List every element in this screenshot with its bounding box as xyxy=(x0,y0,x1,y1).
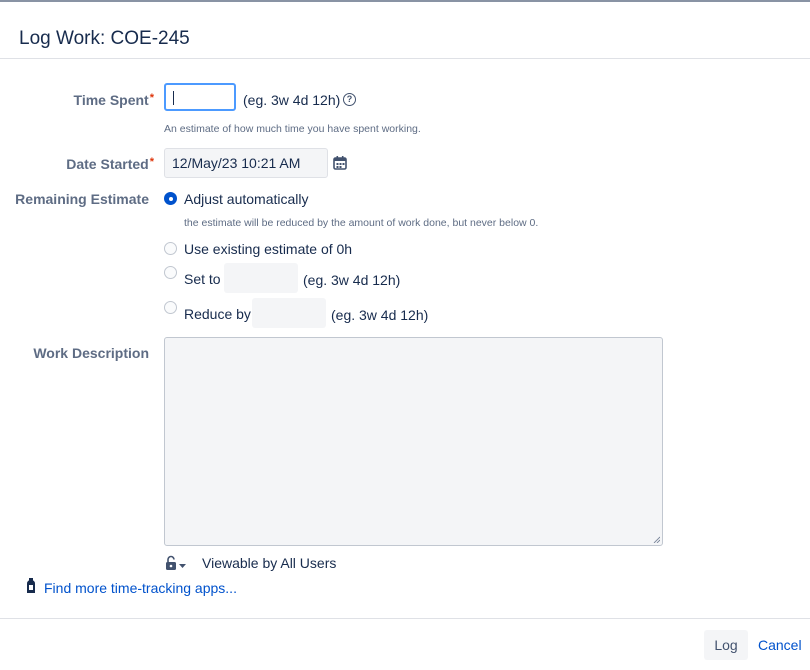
work-description-label: Work Description xyxy=(33,345,149,361)
time-spent-label-text: Time Spent xyxy=(73,92,149,108)
cancel-link[interactable]: Cancel xyxy=(758,637,802,653)
time-spent-format-hint: (eg. 3w 4d 12h) xyxy=(243,92,341,108)
unlock-icon[interactable] xyxy=(165,555,187,571)
radio-set-to[interactable] xyxy=(164,266,177,279)
radio-adjust-automatically[interactable] xyxy=(164,192,177,205)
text-caret xyxy=(173,91,174,105)
required-marker: * xyxy=(149,92,154,104)
find-more-apps-link[interactable]: Find more time-tracking apps... xyxy=(44,580,237,596)
radio-reduce-by[interactable] xyxy=(164,301,177,314)
option-set-to-label: Set to xyxy=(184,271,221,287)
calendar-icon[interactable] xyxy=(333,155,347,171)
help-icon[interactable]: ? xyxy=(343,93,356,106)
option-adjust-automatically-description: the estimate will be reduced by the amou… xyxy=(184,217,539,229)
dialog-title: Log Work: COE-245 xyxy=(19,28,190,49)
date-started-label-text: Date Started xyxy=(66,156,149,172)
set-to-input[interactable] xyxy=(224,263,298,293)
date-started-label: Date Started* xyxy=(40,156,154,172)
plugin-icon xyxy=(27,578,35,593)
reduce-by-input[interactable] xyxy=(252,298,326,328)
time-spent-label: Time Spent* xyxy=(40,92,154,108)
option-use-existing-label: Use existing estimate of 0h xyxy=(184,241,353,257)
set-to-format-hint: (eg. 3w 4d 12h) xyxy=(303,272,401,288)
work-description-textarea[interactable] xyxy=(164,337,663,546)
dialog-footer xyxy=(0,618,810,670)
required-marker: * xyxy=(149,156,154,168)
date-started-input[interactable]: 12/May/23 10:21 AM xyxy=(164,148,328,178)
option-adjust-automatically-label: Adjust automatically xyxy=(184,191,309,207)
reduce-by-format-hint: (eg. 3w 4d 12h) xyxy=(331,307,429,323)
time-spent-input[interactable] xyxy=(164,83,236,111)
visibility-label: Viewable by All Users xyxy=(202,555,337,571)
option-reduce-by-label: Reduce by xyxy=(184,306,251,322)
time-spent-description: An estimate of how much time you have sp… xyxy=(164,123,421,135)
resize-handle-icon[interactable] xyxy=(653,536,660,543)
log-button[interactable]: Log xyxy=(704,630,748,660)
dialog-header: Log Work: COE-245 xyxy=(0,2,810,59)
radio-use-existing-estimate[interactable] xyxy=(164,242,177,255)
remaining-estimate-label: Remaining Estimate xyxy=(15,191,149,207)
